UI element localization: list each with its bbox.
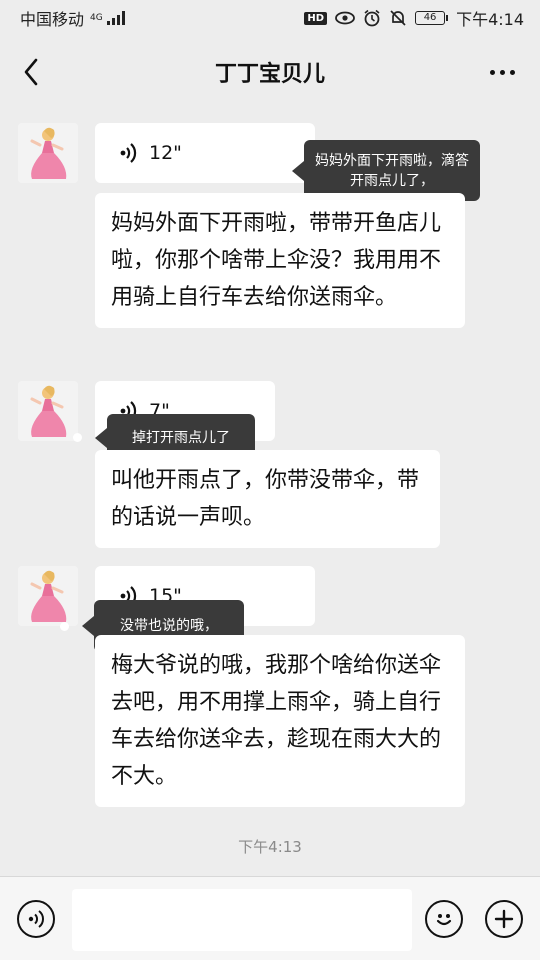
alarm-icon [364,9,380,27]
transcription-bubble[interactable]: 叫他开雨点了，你带没带伞，带的话说一声呗。 [95,450,440,548]
emoji-button[interactable] [425,900,463,938]
avatar[interactable] [18,566,78,626]
status-bar: 中国移动 4G HD 46 下午4:14 [0,0,540,36]
voice-mode-button[interactable] [17,900,55,938]
back-button[interactable] [14,54,48,90]
signal-icon [106,11,125,25]
more-dot [489,69,495,75]
voice-mode-icon [28,910,44,928]
hd-icon: HD [304,11,328,25]
network-label: 4G [90,13,103,23]
voice-duration: 12" [149,142,182,164]
tooltip-text: 掉打开雨点儿了 [132,430,230,446]
tooltip-text: 妈妈外面下开雨啦，滴答开雨点儿了， [315,152,469,189]
plus-button[interactable] [485,900,523,938]
avatar[interactable] [18,123,78,183]
chat-title: 丁丁宝贝儿 [214,62,325,87]
carrier-label: 中国移动 [20,10,85,29]
eye-icon [335,11,355,25]
transcription-text: 妈妈外面下开雨啦，带带开鱼店儿啦，你那个啥带上伞没？我用用不用骑上自行车去给你送… [111,211,442,310]
input-bar [0,876,540,960]
status-time: 下午4:14 [456,10,524,29]
tooltip-text: 没带也说的哦， [120,618,218,634]
back-arrow-icon [24,58,38,86]
plus-icon [494,909,514,929]
voice-message-bubble[interactable]: 12" [95,123,315,183]
more-button[interactable] [482,54,522,90]
transcription-bubble[interactable]: 妈妈外面下开雨啦，带带开鱼店儿啦，你那个啥带上伞没？我用用不用骑上自行车去给你送… [95,193,465,328]
transcription-tooltip: 妈妈外面下开雨啦，滴答开雨点儿了， [292,140,480,201]
transcription-text: 梅大爷说的哦，我那个啥给你送伞去吧，用不用撑上雨伞，骑上自行车去给你送伞去，趁现… [111,653,442,789]
status-left: 中国移动 4G [20,6,125,30]
voice-wave-icon [120,143,137,163]
transcription-bubble[interactable]: 梅大爷说的哦，我那个啥给你送伞去吧，用不用撑上雨伞，骑上自行车去给你送伞去，趁现… [95,635,465,807]
transcription-text: 叫他开雨点了，你带没带伞，带的话说一声呗。 [111,468,420,530]
battery-level: 46 [415,11,446,25]
status-right: HD 46 下午4:14 [304,6,524,30]
battery-icon: 46 [415,11,449,25]
unread-dot [60,622,69,631]
mute-icon [390,10,406,26]
emoji-icon [436,914,452,926]
more-dot [509,69,515,75]
message-input[interactable] [72,889,412,951]
more-dot [499,69,505,75]
unread-dot [73,433,82,442]
avatar[interactable] [18,381,78,441]
title-bar: 丁丁宝贝儿 [0,36,540,108]
timestamp: 下午4:13 [238,838,302,856]
